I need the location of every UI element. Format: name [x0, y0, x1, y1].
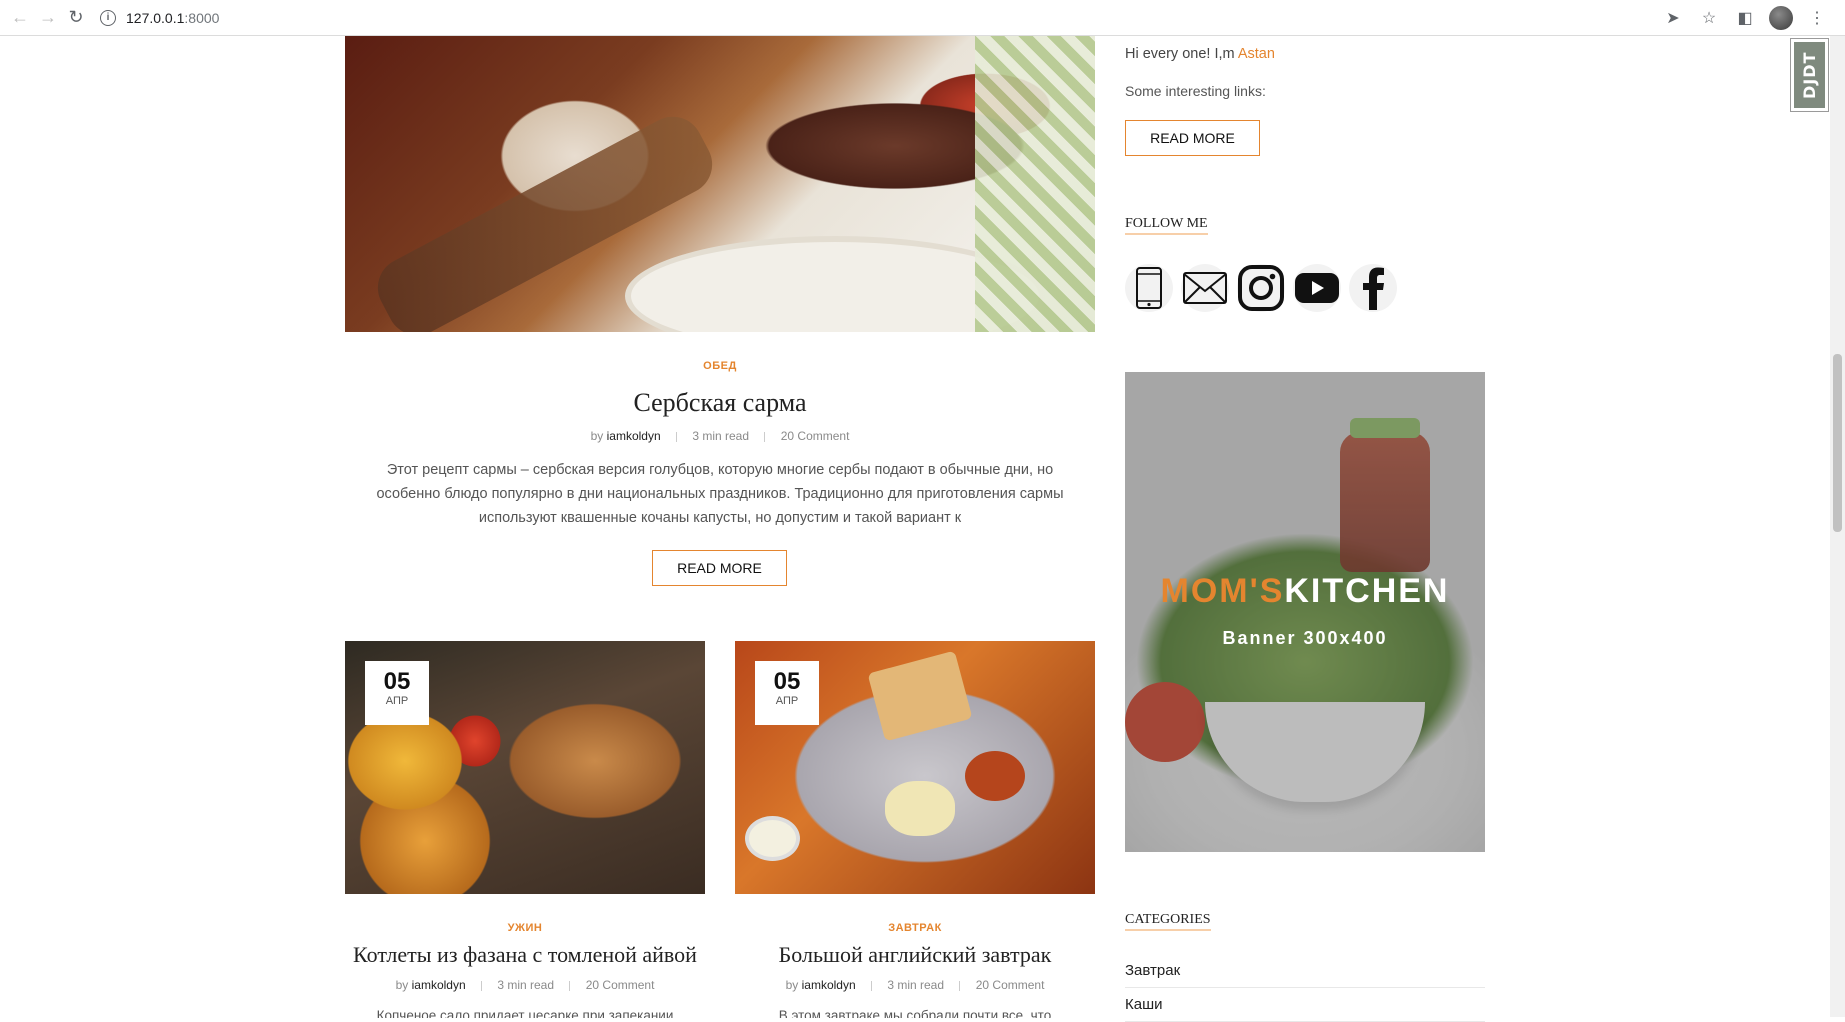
read-time: 3 min read — [692, 429, 750, 443]
banner-logo: MOM'SKITCHEN — [1160, 572, 1450, 610]
about-greeting: Hi every one! I,m Astan — [1125, 46, 1275, 62]
date-month: АПР — [385, 695, 409, 707]
post-card-image[interactable]: 05 АПР — [735, 641, 1095, 894]
scrollbar-thumb[interactable] — [1833, 354, 1842, 532]
date-day: 05 — [383, 668, 411, 695]
links-label: Some interesting links: — [1125, 83, 1266, 99]
featured-post-meta: by iamkoldyn 3 min read 20 Comment — [345, 429, 1095, 443]
post-card-meta: by iamkoldyn 3 min read 20 Comment — [735, 978, 1095, 992]
send-icon[interactable]: ➤ — [1661, 4, 1685, 32]
post-card-excerpt: Копченое сало придает цесарке при запека… — [376, 1008, 674, 1018]
read-more-button[interactable]: READ MORE — [652, 550, 787, 586]
address-bar[interactable]: i 127.0.0.1:8000 — [100, 4, 1620, 32]
menu-kebab-icon[interactable]: ⋮ — [1805, 4, 1829, 32]
mail-icon[interactable] — [1181, 264, 1229, 312]
bookmark-star-icon[interactable]: ☆ — [1697, 4, 1721, 32]
site-info-icon[interactable]: i — [100, 9, 116, 26]
back-icon[interactable]: ← — [6, 4, 34, 32]
category-item[interactable]: Завтрак — [1125, 954, 1485, 988]
post-card: 05 АПР УЖИН Котлеты из фазана с томленой… — [345, 641, 705, 1018]
by-label: by — [590, 429, 604, 443]
youtube-icon[interactable] — [1293, 264, 1341, 312]
post-card-category[interactable]: ЗАВТРАК — [735, 922, 1095, 934]
read-time: 3 min read — [887, 978, 945, 992]
date-month: АПР — [775, 695, 799, 707]
categories-list: Завтрак Каши — [1125, 954, 1485, 1022]
follow-me-title: FOLLOW ME — [1125, 216, 1208, 235]
post-author[interactable]: iamkoldyn — [607, 429, 661, 443]
page-scrollbar[interactable] — [1830, 36, 1845, 1017]
post-card-title[interactable]: Большой английский завтрак — [735, 942, 1095, 968]
featured-post-category[interactable]: ОБЕД — [345, 360, 1095, 372]
featured-post-excerpt: Этот рецепт сармы – сербская версия голу… — [376, 462, 1064, 526]
about-name-link[interactable]: Astan — [1238, 46, 1275, 62]
read-time: 3 min read — [497, 978, 555, 992]
banner-subtitle: Banner 300x400 — [1222, 628, 1388, 648]
post-card: 05 АПР ЗАВТРАК Большой английский завтра… — [735, 641, 1095, 1018]
post-card-category[interactable]: УЖИН — [345, 922, 705, 934]
post-card-image[interactable]: 05 АПР — [345, 641, 705, 894]
post-card-meta: by iamkoldyn 3 min read 20 Comment — [345, 978, 705, 992]
about-read-more-button[interactable]: READ MORE — [1125, 120, 1260, 156]
categories-title: CATEGORIES — [1125, 912, 1211, 931]
reload-icon[interactable]: ↻ — [62, 4, 90, 32]
forward-icon[interactable]: → — [34, 4, 62, 32]
instagram-icon[interactable] — [1237, 264, 1285, 312]
date-badge: 05 АПР — [755, 661, 819, 725]
comment-count[interactable]: 20 Comment — [976, 978, 1045, 992]
post-author[interactable]: iamkoldyn — [802, 978, 856, 992]
phone-icon[interactable] — [1125, 264, 1173, 312]
by-label: by — [785, 978, 799, 992]
profile-avatar[interactable] — [1769, 6, 1793, 30]
url-text[interactable]: 127.0.0.1:8000 — [126, 10, 219, 26]
post-card-excerpt: В этом завтраке мы собрали почти все, чт… — [778, 1008, 1052, 1018]
browser-toolbar: ← → ↻ i 127.0.0.1:8000 ➤ ☆ ◧ ⋮ — [0, 0, 1845, 36]
date-day: 05 — [773, 668, 801, 695]
facebook-icon[interactable] — [1349, 264, 1397, 312]
ad-banner[interactable]: MOM'SKITCHEN Banner 300x400 — [1125, 372, 1485, 852]
post-author[interactable]: iamkoldyn — [412, 978, 466, 992]
side-panel-icon[interactable]: ◧ — [1733, 4, 1757, 32]
comment-count[interactable]: 20 Comment — [781, 429, 850, 443]
featured-post-title[interactable]: Сербская сарма — [345, 388, 1095, 418]
django-debug-toolbar-handle[interactable]: DJDT — [1790, 38, 1829, 112]
featured-post-image[interactable] — [345, 36, 1095, 332]
by-label: by — [395, 978, 409, 992]
comment-count[interactable]: 20 Comment — [586, 978, 655, 992]
post-card-title[interactable]: Котлеты из фазана с томленой айвой — [345, 942, 705, 968]
social-links — [1125, 264, 1397, 312]
date-badge: 05 АПР — [365, 661, 429, 725]
